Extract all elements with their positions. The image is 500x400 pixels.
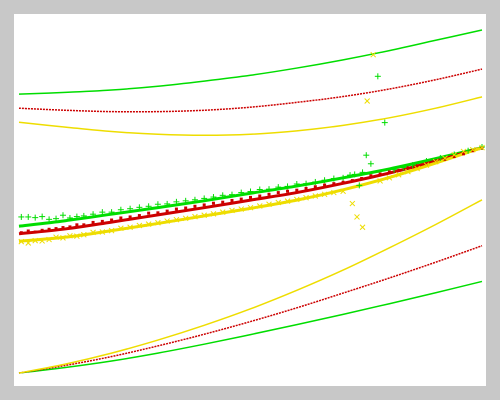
point-red-44 [406,166,410,170]
point-red-15 [137,214,141,218]
point-red-22 [202,203,206,207]
point-red-20 [184,206,188,210]
point-red-1 [26,229,30,233]
point-red-34 [313,185,317,189]
point-red-40 [369,174,373,178]
point-red-4 [47,227,51,231]
point-red-35 [323,183,327,187]
point-red-3 [40,228,44,232]
point-red-7 [68,225,72,229]
point-red-37 [341,180,345,184]
point-red-21 [193,204,197,208]
point-red-41 [378,172,382,176]
point-red-19 [174,207,178,211]
point-red-33 [304,186,308,190]
point-red-25 [230,198,234,202]
point-red-23 [211,201,215,205]
point-red-17 [156,211,160,215]
point-red-18 [165,209,169,213]
point-red-24 [221,200,225,204]
point-red-2 [33,230,37,234]
point-red-27 [249,195,252,199]
point-red-8 [75,223,79,227]
point-red-11 [100,219,104,223]
chart-frame [0,0,500,400]
point-red-13 [119,216,123,220]
point-red-36 [332,182,336,186]
point-red-43 [397,168,401,172]
point-red-5 [54,227,58,231]
point-red-10 [91,220,95,224]
point-red-28 [258,194,262,198]
point-red-29 [267,192,271,196]
point-red-9 [82,223,86,227]
point-red-26 [239,197,243,201]
point-red-6 [61,226,65,230]
point-red-39 [360,177,364,181]
point-red-31 [286,189,290,193]
point-red-38 [350,179,354,183]
point-red-12 [110,218,114,222]
chart-svg [14,14,486,386]
point-red-32 [295,188,299,192]
point-red-16 [147,211,151,215]
point-red-30 [276,191,280,195]
point-red-42 [387,170,391,174]
point-red-14 [128,215,132,219]
point-red-0 [19,231,23,235]
